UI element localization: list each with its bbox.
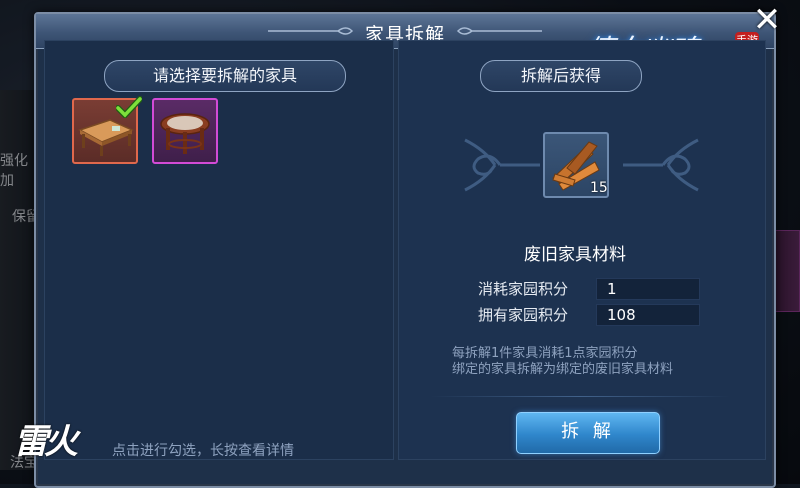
title-ornament-right-icon bbox=[456, 27, 542, 35]
selected-check-icon bbox=[116, 96, 142, 118]
round-table-icon bbox=[160, 113, 210, 154]
select-panel-header: 请选择要拆解的家具 bbox=[104, 60, 346, 92]
owned-points-label: 拥有家园积分 bbox=[478, 306, 569, 324]
ornament-right-icon bbox=[623, 138, 699, 192]
cost-points-label: 消耗家园积分 bbox=[478, 280, 569, 298]
rule-note-bound: 绑定的家具拆解为绑定的废旧家具材料 bbox=[452, 362, 674, 377]
divider bbox=[430, 396, 730, 397]
furniture-slot-round-table[interactable] bbox=[152, 98, 218, 164]
leihuo-watermark: 雷火 bbox=[14, 422, 78, 462]
select-hint: 点击进行勾选，长按查看详情 bbox=[112, 443, 294, 459]
reward-panel-header: 拆解后获得 bbox=[480, 60, 642, 92]
disassemble-button[interactable]: 拆 解 bbox=[516, 412, 660, 454]
owned-points-value: 108 bbox=[596, 304, 700, 326]
close-button[interactable]: ✕ bbox=[748, 2, 786, 38]
reward-count: 15 bbox=[590, 180, 608, 196]
reward-name: 废旧家具材料 bbox=[524, 245, 626, 265]
cost-points-value: 1 bbox=[596, 278, 700, 300]
ornament-left-icon bbox=[464, 138, 540, 192]
